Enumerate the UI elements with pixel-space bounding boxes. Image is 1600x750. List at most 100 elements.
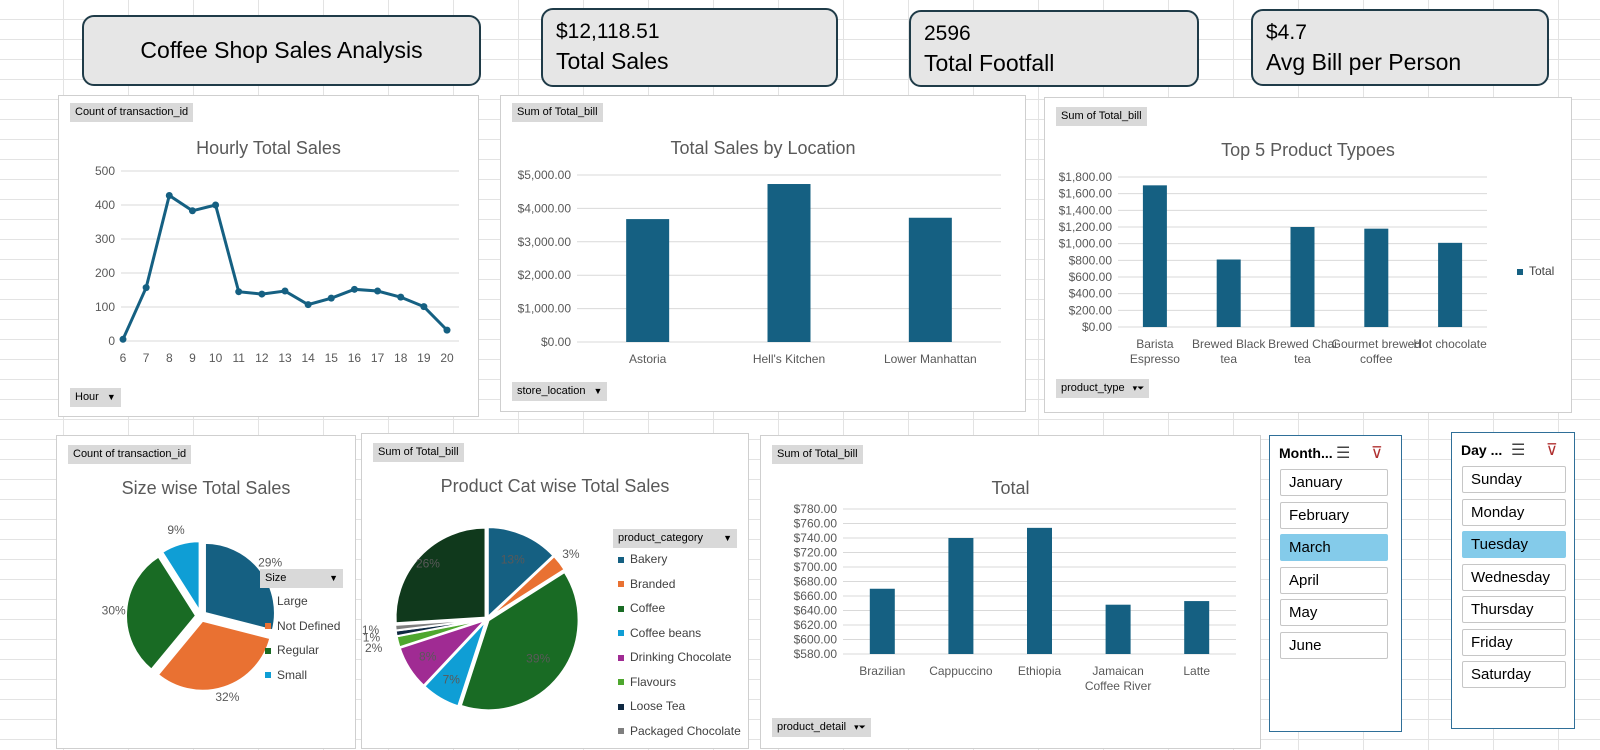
x-tick-label: Hell's Kitchen	[753, 352, 825, 366]
avg-bill-card: $4.7 Avg Bill per Person	[1251, 9, 1549, 86]
legend-label: Small	[277, 667, 308, 682]
series-line	[121, 193, 449, 340]
x-tick-label: 9	[189, 351, 196, 365]
slicer-item[interactable]: Wednesday	[1462, 563, 1566, 591]
y-tick-label: $680.00	[794, 575, 838, 589]
product-type-filter-button[interactable]: product_type ▾⏷	[1056, 379, 1150, 398]
data-point	[258, 290, 266, 298]
legend-label: Large	[277, 594, 308, 608]
bar	[1142, 185, 1167, 327]
clear-filter-icon[interactable]: ⊽	[1371, 443, 1383, 463]
slicer-item[interactable]: Monday	[1462, 498, 1566, 526]
location-sales-chart[interactable]: Sum of Total_bill Total Sales by Locatio…	[500, 95, 1026, 412]
total-sales-label: Total Sales	[556, 48, 669, 74]
filter-field-label: product_type	[1061, 382, 1125, 394]
x-tick-label: Coffee River	[1085, 679, 1151, 693]
category-pie-chart[interactable]: Sum of Total_bill Product Cat wise Total…	[361, 433, 749, 749]
legend-item: Large	[265, 594, 308, 608]
y-tick-label: $620.00	[794, 618, 838, 632]
x-tick-label: Lower Manhattan	[884, 352, 977, 366]
legend-label: Bakery	[630, 552, 668, 566]
data-label: 7%	[443, 672, 461, 686]
slicer-header: Month...	[1279, 445, 1333, 461]
data-label: 13%	[501, 553, 525, 567]
y-tick-label: $400.00	[1069, 287, 1113, 301]
size-pie-chart[interactable]: Count of transaction_id Size wise Total …	[56, 435, 356, 749]
y-tick-label: $0.00	[1082, 320, 1112, 334]
bar	[1184, 601, 1210, 654]
hour-filter-button[interactable]: Hour ▼	[70, 388, 121, 407]
product-detail-bar-plot: $580.00$600.00$620.00$640.00$660.00$680.…	[794, 502, 1236, 693]
x-tick-label: 12	[255, 351, 269, 365]
x-tick-label: 19	[417, 351, 431, 365]
slicer-item[interactable]: January	[1280, 469, 1388, 496]
pie-slice	[394, 526, 487, 625]
x-tick-label: Brewed Black	[1192, 337, 1266, 351]
x-tick-label: 18	[394, 351, 408, 365]
bar	[869, 588, 895, 654]
y-tick-label: $1,000.00	[518, 302, 572, 316]
store-location-filter-button[interactable]: store_location ▼	[512, 382, 608, 401]
data-point	[304, 301, 312, 309]
product-detail-chart[interactable]: Sum of Total_bill Total $580.00 $600.00 $6…	[760, 435, 1261, 749]
data-point	[119, 335, 127, 343]
y-tick-label: $780.00	[794, 502, 838, 516]
total-sales-value: $12,118.51	[556, 20, 660, 43]
y-tick-label: 100	[95, 300, 115, 314]
dropdown-arrow-icon: ▼	[723, 533, 732, 543]
y-tick-label: $760.00	[794, 517, 838, 531]
bar	[908, 217, 952, 342]
legend-swatch	[265, 598, 271, 605]
x-tick-label: Hot chocolate	[1413, 337, 1487, 351]
slicer-item[interactable]: Tuesday	[1462, 531, 1566, 558]
top5-products-chart[interactable]: Sum of Total_bill Top 5 Product Typoes $…	[1044, 97, 1572, 413]
x-tick-label: Espresso	[1130, 352, 1180, 366]
legend-label: Regular	[277, 643, 320, 657]
legend-swatch	[265, 672, 271, 679]
x-tick-label: 14	[301, 351, 315, 365]
slicer-item[interactable]: March	[1280, 534, 1388, 561]
slicer-item[interactable]: June	[1280, 631, 1388, 659]
x-tick-label: Brewed Chai	[1268, 337, 1337, 351]
legend-item: Not Defined	[265, 619, 340, 633]
avg-bill-label: Avg Bill per Person	[1266, 49, 1462, 75]
legend-item-total: Total	[1517, 264, 1554, 278]
slicer-item[interactable]: Sunday	[1462, 466, 1566, 493]
x-tick-label: 10	[209, 351, 223, 365]
day-slicer[interactable]: Day ... ☰ ⊽ Sunday Monday Tuesday Wednesday…	[1451, 432, 1575, 729]
slicer-item[interactable]: Thursday	[1462, 596, 1566, 623]
multi-select-icon[interactable]: ☰	[1511, 440, 1525, 460]
data-label: 32%	[215, 690, 239, 704]
slicer-item[interactable]: Friday	[1462, 628, 1566, 656]
total-footfall-label: Total Footfall	[924, 50, 1055, 76]
y-tick-label: $0.00	[541, 335, 571, 349]
multi-select-icon[interactable]: ☰	[1336, 443, 1350, 463]
bar	[767, 184, 811, 342]
hourly-sales-chart[interactable]: Count of transaction_id Hourly Total Sal…	[58, 95, 479, 417]
category-legend-field-button[interactable]: product_category ▼	[613, 529, 737, 548]
x-tick-label: 15	[325, 351, 339, 365]
data-label: 29%	[258, 555, 282, 569]
y-tick-label: $700.00	[794, 560, 838, 574]
product-detail-filter-button[interactable]: product_detail ▾⏷	[772, 718, 871, 737]
x-tick-label: tea	[1294, 352, 1311, 366]
y-tick-label: $1,000.00	[1059, 237, 1113, 251]
slicer-item[interactable]: April	[1280, 566, 1388, 594]
size-legend-field-button[interactable]: Size ▼	[260, 569, 343, 588]
legend-item: Flavours	[618, 675, 676, 689]
slicer-item[interactable]: February	[1280, 501, 1388, 529]
x-tick-label: Brazilian	[859, 664, 905, 678]
dashboard-title: Coffee Shop Sales Analysis	[140, 37, 423, 63]
legend-item: Coffee	[618, 601, 665, 615]
month-slicer[interactable]: Month... ☰ ⊽ January February March April Ma…	[1269, 435, 1402, 732]
x-tick-label: Barista	[1136, 337, 1174, 351]
bar	[948, 538, 974, 654]
y-tick-label: $580.00	[794, 647, 838, 661]
slicer-item[interactable]: Saturday	[1462, 661, 1566, 688]
avg-bill-value: $4.7	[1266, 21, 1307, 44]
bar	[1027, 527, 1052, 654]
clear-filter-icon[interactable]: ⊽	[1546, 440, 1558, 460]
category-pie-plot: 13% 3%39%7%8%2%1%1%26%	[362, 526, 580, 712]
legend-swatch	[618, 728, 624, 735]
slicer-item[interactable]: May	[1280, 599, 1388, 626]
